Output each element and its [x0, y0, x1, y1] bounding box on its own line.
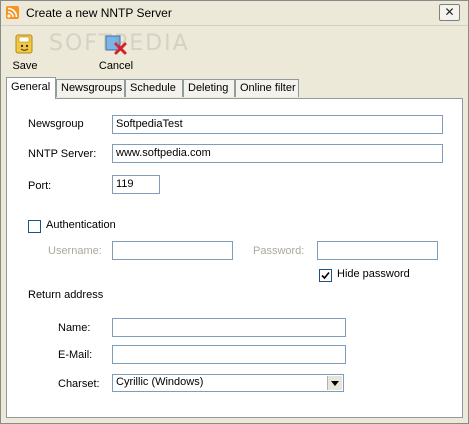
port-input[interactable]: 119	[112, 175, 160, 194]
newsgroup-input[interactable]: SoftpediaTest	[112, 115, 443, 134]
nntp-server-label: NNTP Server:	[28, 148, 97, 160]
hide-password-checkbox[interactable]	[319, 269, 332, 282]
charset-value: Cyrillic (Windows)	[116, 376, 204, 388]
save-button[interactable]: Save	[5, 30, 45, 74]
password-input[interactable]	[317, 241, 438, 260]
close-button[interactable]: ✕	[439, 4, 460, 21]
title-bar: Create a new NNTP Server ✕	[1, 1, 468, 26]
save-icon	[13, 32, 37, 56]
authentication-checkbox[interactable]	[28, 220, 41, 233]
toolbar: Save Cancel SOFTPEDIA	[1, 26, 468, 74]
port-label: Port:	[28, 180, 52, 192]
newsgroup-label: Newsgroup	[28, 118, 84, 130]
window-title: Create a new NNTP Server	[26, 6, 172, 20]
tab-general[interactable]: General	[6, 77, 56, 99]
tab-schedule[interactable]: Schedule	[125, 79, 183, 97]
charset-select[interactable]: Cyrillic (Windows)	[112, 374, 344, 392]
email-label: E-Mail:	[58, 349, 93, 361]
tab-newsgroups[interactable]: Newsgroups	[56, 79, 125, 97]
username-label: Username:	[48, 245, 102, 257]
name-input[interactable]	[112, 318, 346, 337]
cancel-icon	[104, 32, 128, 56]
dialog-window: Create a new NNTP Server ✕ Save Cancel S…	[0, 0, 469, 424]
authentication-label: Authentication	[46, 219, 116, 231]
hide-password-label: Hide password	[337, 268, 410, 280]
nntp-server-input[interactable]: www.softpedia.com	[112, 144, 443, 163]
return-address-label: Return address	[28, 289, 104, 301]
password-label: Password:	[253, 245, 305, 257]
charset-label: Charset:	[58, 378, 100, 390]
general-panel: Newsgroup SoftpediaTest NNTP Server: www…	[6, 98, 463, 418]
save-label: Save	[12, 60, 38, 72]
username-input[interactable]	[112, 241, 233, 260]
tab-deleting[interactable]: Deleting	[183, 79, 235, 97]
dropdown-arrow-icon[interactable]	[327, 376, 342, 390]
checkmark-icon	[321, 271, 330, 280]
name-label: Name:	[58, 322, 91, 334]
email-input[interactable]	[112, 345, 346, 364]
cancel-button[interactable]: Cancel	[96, 30, 136, 74]
rss-icon	[6, 6, 19, 19]
tab-online-filter[interactable]: Online filter	[235, 79, 299, 97]
cancel-label: Cancel	[98, 60, 134, 72]
